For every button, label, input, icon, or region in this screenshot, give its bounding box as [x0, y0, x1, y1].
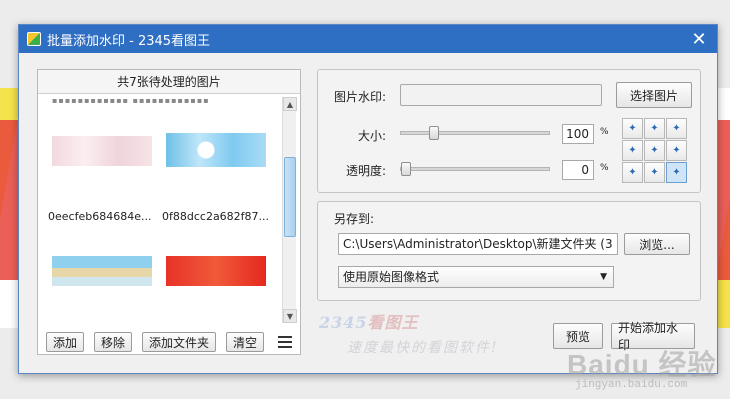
title-bar[interactable]: 批量添加水印 - 2345看图王 ✕: [19, 25, 717, 53]
thumbnail-image[interactable]: [166, 133, 266, 167]
brand-logo: 2345看图王: [319, 309, 419, 333]
brand-logo-number: 2345: [319, 313, 368, 332]
file-list-panel: 共7张待处理的图片 ▪▪▪▪▪▪▪▪▪▪▪▪ ▪▪▪▪▪▪▪▪▪▪▪▪ 0eec…: [37, 69, 301, 355]
site-watermark: Baidu 经验: [567, 349, 717, 380]
add-folder-button[interactable]: 添加文件夹: [142, 332, 217, 352]
watermark-settings-group: 图片水印: 选择图片 大小: 100 % 透明度: 0 % ✦ ✦ ✦ ✦ ✦ …: [317, 69, 701, 193]
image-format-select[interactable]: 使用原始图像格式 ▼: [338, 266, 614, 288]
image-format-value: 使用原始图像格式: [343, 270, 440, 284]
chevron-down-icon: ▼: [600, 272, 607, 282]
brand-logo-name: 看图王: [367, 313, 419, 332]
save-path-field[interactable]: C:\Users\Administrator\Desktop\新建文件夹 (3: [338, 233, 618, 255]
scroll-up-icon[interactable]: ▲: [283, 97, 297, 111]
browse-button[interactable]: 浏览...: [624, 233, 690, 255]
file-count-header: 共7张待处理的图片: [38, 70, 300, 94]
list-view-icon[interactable]: [278, 336, 293, 348]
thumbnail-grid[interactable]: ▪▪▪▪▪▪▪▪▪▪▪▪ ▪▪▪▪▪▪▪▪▪▪▪▪ 0eecfeb684684e…: [44, 96, 280, 322]
position-bottom-center-icon[interactable]: ✦: [644, 162, 665, 183]
thumbnail-image[interactable]: [52, 136, 152, 166]
choose-image-button[interactable]: 选择图片: [616, 82, 692, 108]
position-top-right-icon[interactable]: ✦: [666, 118, 687, 139]
close-button[interactable]: ✕: [681, 25, 717, 53]
batch-watermark-dialog: 批量添加水印 - 2345看图王 ✕ 共7张待处理的图片 ▪▪▪▪▪▪▪▪▪▪▪…: [18, 24, 718, 391]
size-value-input[interactable]: 100: [562, 124, 594, 144]
size-slider-handle[interactable]: [429, 126, 439, 140]
save-settings-group: 另存到: C:\Users\Administrator\Desktop\新建文件…: [317, 201, 701, 301]
opacity-slider[interactable]: [400, 162, 550, 176]
scroll-thumb[interactable]: [284, 157, 296, 237]
position-top-center-icon[interactable]: ✦: [644, 118, 665, 139]
save-to-label: 另存到:: [334, 212, 375, 226]
position-middle-right-icon[interactable]: ✦: [666, 140, 687, 161]
scroll-down-icon[interactable]: ▼: [283, 309, 297, 323]
remove-button[interactable]: 移除: [94, 332, 133, 352]
app-icon: [27, 32, 41, 46]
file-name[interactable]: 0f88dcc2a682f87...: [162, 210, 272, 223]
image-watermark-label: 图片水印:: [334, 90, 387, 104]
thumbnail-image[interactable]: [166, 256, 266, 286]
file-toolbar: 添加 移除 添加文件夹 清空: [46, 332, 293, 352]
size-percent-unit: %: [600, 127, 609, 137]
add-button[interactable]: 添加: [46, 332, 85, 352]
thumbnail-image[interactable]: [52, 256, 152, 286]
background-decoration-right: [716, 120, 730, 280]
opacity-label: 透明度:: [346, 164, 387, 178]
position-center-icon[interactable]: ✦: [644, 140, 665, 161]
opacity-percent-unit: %: [600, 163, 609, 173]
position-middle-left-icon[interactable]: ✦: [622, 140, 643, 161]
background-decoration-left: [0, 120, 20, 280]
position-bottom-left-icon[interactable]: ✦: [622, 162, 643, 183]
clear-button[interactable]: 清空: [226, 332, 265, 352]
vertical-scrollbar[interactable]: ▲ ▼: [282, 97, 297, 323]
file-name[interactable]: 0eecfeb684684e...: [48, 210, 158, 223]
position-top-left-icon[interactable]: ✦: [622, 118, 643, 139]
size-slider[interactable]: [400, 126, 550, 140]
position-bottom-right-icon[interactable]: ✦: [666, 162, 687, 183]
opacity-value-input[interactable]: 0: [562, 160, 594, 180]
size-label: 大小:: [358, 129, 387, 143]
opacity-slider-handle[interactable]: [401, 162, 411, 176]
site-watermark-url: jingyan.baidu.com: [575, 379, 688, 391]
watermark-image-field[interactable]: [400, 84, 602, 106]
brand-slogan: 速度最快的看图软件!: [347, 340, 499, 356]
window-title: 批量添加水印 - 2345看图王: [47, 33, 211, 49]
cut-off-row: ▪▪▪▪▪▪▪▪▪▪▪▪ ▪▪▪▪▪▪▪▪▪▪▪▪: [52, 96, 210, 105]
position-grid: ✦ ✦ ✦ ✦ ✦ ✦ ✦ ✦ ✦: [622, 118, 688, 184]
